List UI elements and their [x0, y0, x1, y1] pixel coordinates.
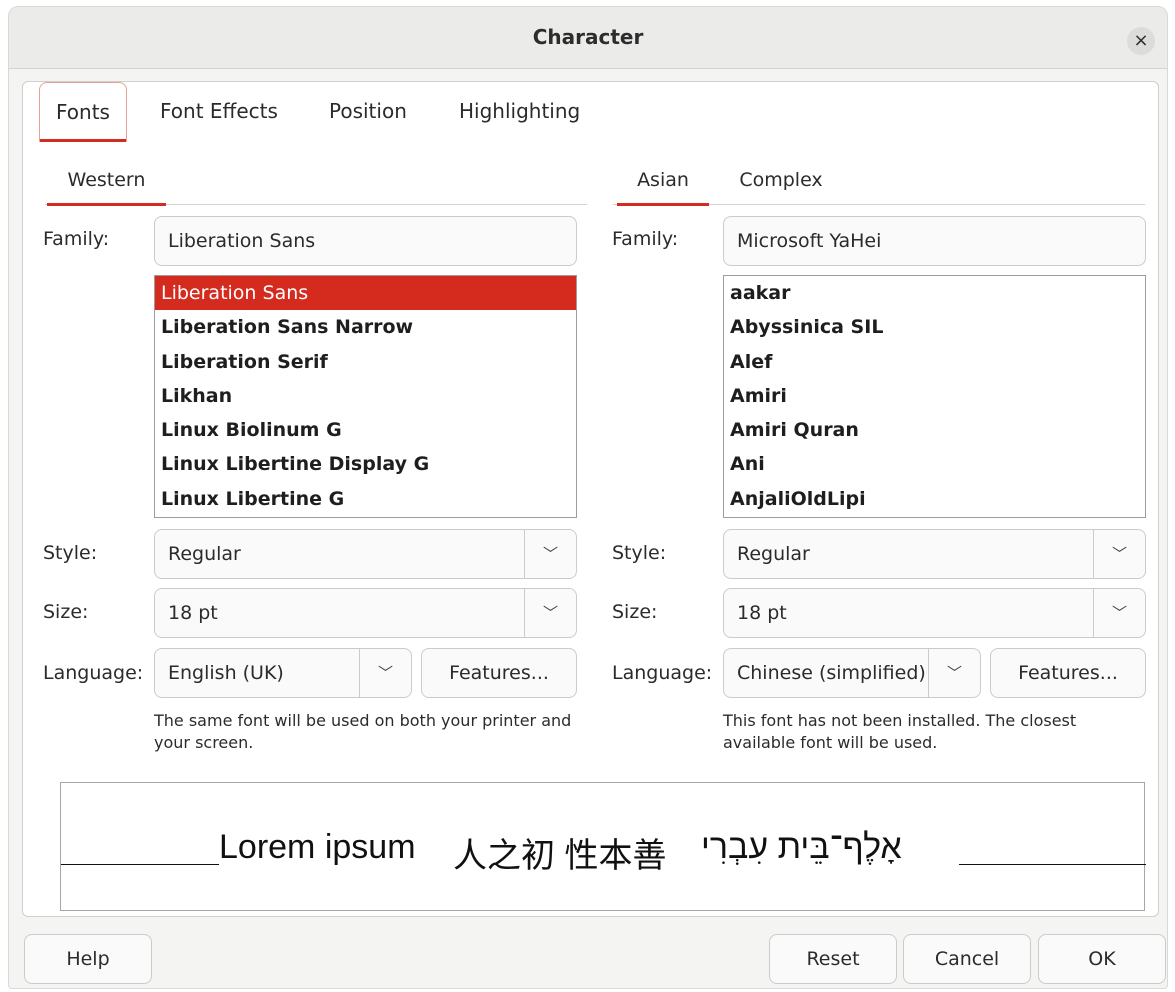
western-features-button[interactable]: Features... — [421, 648, 577, 698]
close-icon[interactable]: × — [1127, 27, 1155, 55]
preview-baseline-right — [959, 864, 1146, 865]
asian-family-label: Family: — [612, 228, 679, 250]
chevron-down-icon[interactable]: ﹀ — [1093, 530, 1145, 578]
western-language-label: Language: — [43, 662, 144, 684]
western-family-label: Family: — [43, 228, 110, 250]
list-item[interactable]: AnjaliOldLipi — [724, 482, 1145, 516]
preview-western-text: Lorem ipsum — [219, 828, 416, 866]
tab-fonts[interactable]: Fonts — [39, 82, 127, 142]
help-button[interactable]: Help — [24, 934, 152, 984]
chevron-down-icon[interactable]: ﹀ — [359, 649, 411, 697]
asian-size-select[interactable]: 18 pt ﹀ — [723, 588, 1146, 638]
font-preview: Lorem ipsum 人之初 性本善 אָלֶף־בֵּית עִבְרִי — [60, 782, 1146, 911]
asian-size-value: 18 pt — [737, 602, 787, 624]
preview-complex-text: אָלֶף־בֵּית עִבְרִי — [701, 828, 902, 866]
subtab-western[interactable]: Western — [47, 159, 166, 206]
asian-language-select[interactable]: Chinese (simplified) ﹀ — [723, 648, 981, 698]
chevron-down-icon[interactable]: ﹀ — [1093, 589, 1145, 637]
reset-button[interactable]: Reset — [769, 934, 897, 984]
western-style-value: Regular — [168, 543, 241, 565]
list-item[interactable]: Linux Libertine G — [155, 482, 576, 516]
list-item[interactable]: Amiri Quran — [724, 413, 1145, 447]
dialog-title: Character — [532, 25, 644, 49]
western-font-list[interactable]: Liberation Sans Liberation Sans Narrow L… — [154, 275, 577, 518]
western-language-select[interactable]: English (UK) ﹀ — [154, 648, 412, 698]
tab-font-effects[interactable]: Font Effects — [144, 82, 294, 142]
tab-panel: Fonts Font Effects Position Highlighting… — [22, 81, 1159, 917]
cancel-button[interactable]: Cancel — [903, 934, 1031, 984]
asian-language-value: Chinese (simplified) — [737, 662, 926, 684]
list-item[interactable]: Amiri — [724, 379, 1145, 413]
tab-highlighting[interactable]: Highlighting — [443, 82, 596, 142]
asian-style-value: Regular — [737, 543, 810, 565]
title-bar: Character × — [9, 7, 1167, 69]
list-item[interactable]: Likhan — [155, 379, 576, 413]
asian-size-label: Size: — [612, 601, 658, 623]
subtab-complex[interactable]: Complex — [729, 159, 833, 205]
western-family-input[interactable]: Liberation Sans — [154, 216, 577, 266]
chevron-down-icon[interactable]: ﹀ — [928, 649, 980, 697]
list-item[interactable]: Linux Biolinum G — [155, 413, 576, 447]
list-item[interactable]: Abyssinica SIL — [724, 310, 1145, 344]
western-size-label: Size: — [43, 601, 89, 623]
list-item[interactable]: Liberation Serif — [155, 345, 576, 379]
asian-style-select[interactable]: Regular ﹀ — [723, 529, 1146, 579]
character-dialog: Character × Fonts Font Effects Position … — [8, 6, 1168, 989]
western-style-label: Style: — [43, 542, 98, 564]
western-language-value: English (UK) — [168, 662, 284, 684]
preview-baseline-left — [61, 864, 219, 865]
western-size-select[interactable]: 18 pt ﹀ — [154, 588, 577, 638]
tab-position[interactable]: Position — [313, 82, 423, 142]
asian-style-label: Style: — [612, 542, 667, 564]
asian-language-label: Language: — [612, 662, 713, 684]
asian-features-button[interactable]: Features... — [990, 648, 1146, 698]
chevron-down-icon[interactable]: ﹀ — [524, 589, 576, 637]
list-item[interactable]: Linux Libertine Display G — [155, 447, 576, 481]
western-size-value: 18 pt — [168, 602, 218, 624]
list-item[interactable]: Liberation Sans Narrow — [155, 310, 576, 344]
list-item[interactable]: aakar — [724, 276, 1145, 310]
chevron-down-icon[interactable]: ﹀ — [524, 530, 576, 578]
list-item[interactable]: Liberation Sans — [155, 276, 576, 311]
subtab-asian[interactable]: Asian — [617, 159, 709, 206]
list-item[interactable]: Ani — [724, 447, 1145, 481]
list-item[interactable]: Alef — [724, 345, 1145, 379]
ok-button[interactable]: OK — [1038, 934, 1166, 984]
western-font-note: The same font will be used on both your … — [154, 711, 572, 752]
western-style-select[interactable]: Regular ﹀ — [154, 529, 577, 579]
preview-asian-text: 人之初 性本善 — [453, 837, 667, 875]
asian-family-input[interactable]: Microsoft YaHei — [723, 216, 1146, 266]
asian-font-note: This font has not been installed. The cl… — [723, 711, 1077, 752]
asian-font-list[interactable]: aakar Abyssinica SIL Alef Amiri Amiri Qu… — [723, 275, 1146, 518]
